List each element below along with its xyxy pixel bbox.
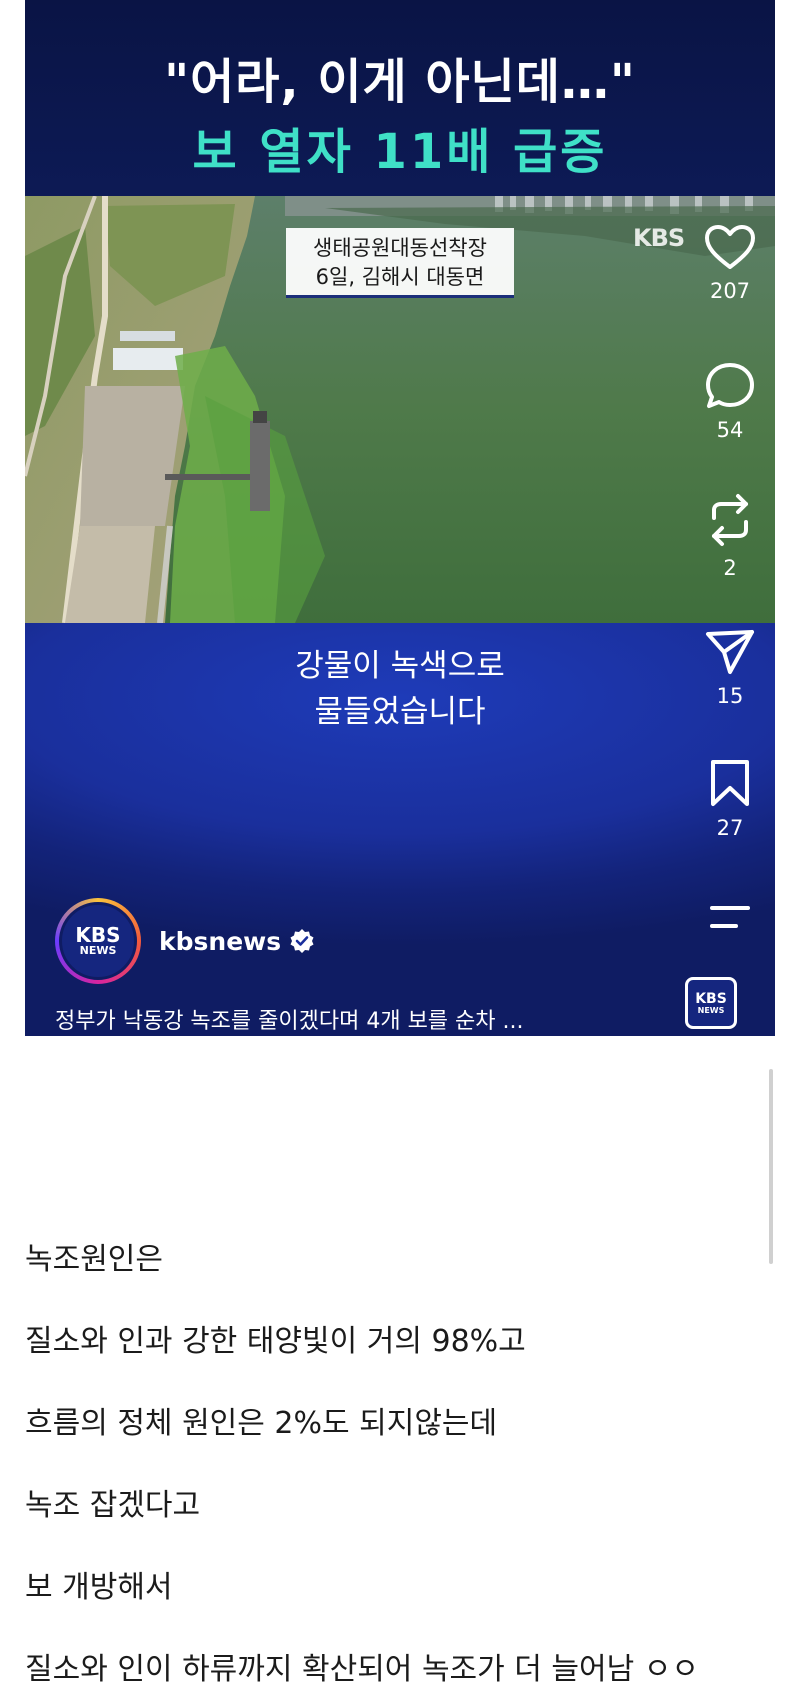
kbs-watermark-logo: KBS — [633, 224, 685, 252]
more-options-action[interactable] — [685, 902, 775, 932]
like-action[interactable]: 207 — [685, 225, 775, 303]
account-row[interactable]: KBS NEWS kbsnews — [55, 898, 315, 984]
video-subtitle: 강물이 녹색으로 물들었습니다 — [25, 643, 775, 735]
chip-logo-big: KBS — [695, 990, 727, 1007]
post-line: 보 개방해서 — [25, 1570, 173, 1605]
avatar-logo-small: NEWS — [79, 944, 117, 957]
save-count: 27 — [716, 816, 744, 840]
reel-video[interactable]: "어라, 이게 아닌데…" 보 열자 11배 급증 생태공원대동선착장 6일, … — [25, 0, 775, 1036]
share-count: 15 — [716, 684, 744, 708]
post-body: 녹조원인은 질소와 인과 강한 태양빛이 거의 98%고 흐름의 정체 원인은 … — [25, 1236, 775, 1706]
like-count: 207 — [709, 279, 751, 303]
account-name[interactable]: kbsnews — [159, 927, 281, 956]
post-line: 녹조 잡겠다고 — [25, 1488, 201, 1523]
heart-icon[interactable] — [704, 225, 756, 271]
comment-action[interactable]: 54 — [685, 362, 775, 442]
location-caption: 생태공원대동선착장 6일, 김해시 대동면 — [286, 228, 514, 298]
send-icon[interactable] — [704, 628, 756, 676]
headline-line2: 보 열자 11배 급증 — [192, 124, 608, 180]
repost-count: 2 — [723, 556, 737, 580]
headline-banner: "어라, 이게 아닌데…" 보 열자 11배 급증 — [25, 0, 775, 196]
post-line: 질소와 인이 하류까지 확산되어 녹조가 더 늘어남 ㅇㅇ — [25, 1652, 699, 1687]
avatar[interactable]: KBS NEWS — [55, 898, 141, 984]
save-action[interactable]: 27 — [685, 758, 775, 840]
location-line2: 6일, 김해시 대동면 — [315, 265, 485, 289]
audio-source-chip[interactable]: KBS NEWS — [685, 977, 737, 1029]
post-line: 흐름의 정체 원인은 2%도 되지않는데 — [25, 1406, 498, 1441]
post-line: 질소와 인과 강한 태양빛이 거의 98%고 — [25, 1324, 526, 1359]
comment-count: 54 — [716, 418, 744, 442]
subtitle-line2: 물들었습니다 — [314, 694, 486, 730]
share-action[interactable]: 15 — [685, 628, 775, 708]
location-line1: 생태공원대동선착장 — [313, 236, 487, 260]
subtitle-line1: 강물이 녹색으로 — [295, 648, 505, 684]
post-caption[interactable]: 정부가 낙동강 녹조를 줄이겠다며 4개 보를 순차 ... — [55, 1003, 615, 1035]
post-line: 녹조원인은 — [25, 1242, 163, 1277]
lower-panel: 강물이 녹색으로 물들었습니다 KBS NEWS kbsnews 정부가 낙동강… — [25, 623, 775, 1036]
bookmark-icon[interactable] — [708, 758, 752, 808]
repost-action[interactable]: 2 — [685, 492, 775, 580]
action-rail: 207 54 2 15 27 — [685, 0, 775, 1036]
comment-icon[interactable] — [704, 362, 756, 410]
repost-icon[interactable] — [704, 492, 756, 548]
scrollbar[interactable] — [769, 1069, 773, 1264]
chip-logo-small: NEWS — [697, 1005, 725, 1015]
menu-icon[interactable] — [708, 902, 752, 932]
verified-badge-icon — [290, 929, 314, 953]
headline-line1: "어라, 이게 아닌데…" — [164, 54, 636, 110]
avatar-logo-big: KBS — [75, 923, 121, 947]
